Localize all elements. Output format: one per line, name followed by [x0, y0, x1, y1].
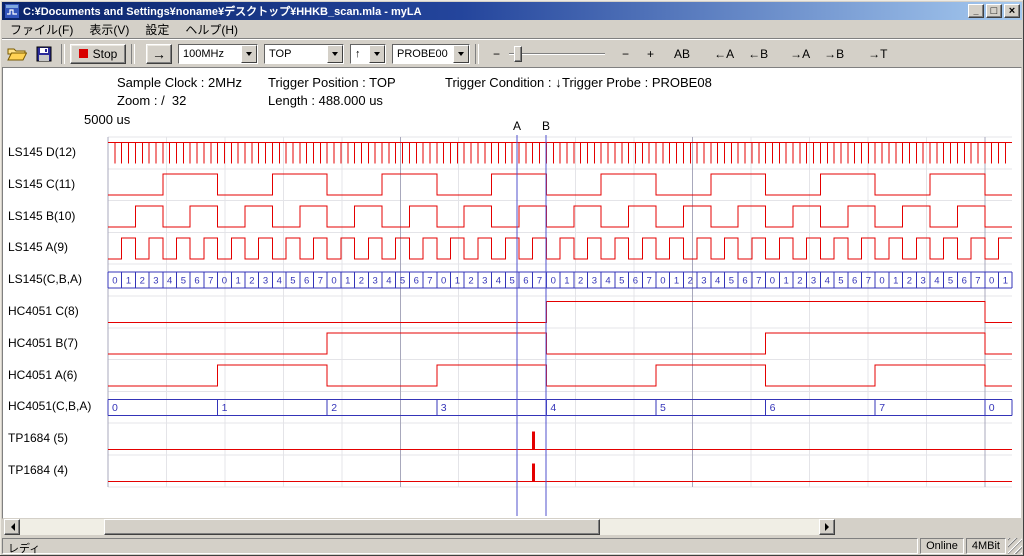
maximize-button[interactable]: □ — [986, 4, 1002, 18]
sample-clock-value: 100MHz — [179, 45, 241, 63]
zoom-info: Zoom : / 32 — [117, 93, 186, 108]
toolbar: Stop → 100MHz TOP ↑ PROBE00 − − + AB ←A … — [2, 39, 1022, 67]
title-bar[interactable]: C:¥Documents and Settings¥noname¥デスクトップ¥… — [2, 2, 1022, 20]
trigger-condition-info: Trigger Condition : ↓ — [445, 75, 562, 90]
chevron-down-icon[interactable] — [327, 45, 343, 63]
stop-label: Stop — [93, 47, 118, 61]
toolbar-separator — [131, 44, 135, 64]
sample-clock-select[interactable]: 100MHz — [178, 44, 258, 64]
status-message: レディ — [2, 538, 918, 554]
stop-button[interactable]: Stop — [70, 44, 126, 64]
app-icon — [5, 4, 19, 18]
chevron-down-icon[interactable] — [369, 45, 385, 63]
menu-help[interactable]: ヘルプ(H) — [177, 19, 246, 40]
status-bar: レディ Online 4MBit — [2, 538, 1022, 554]
move-right-to-a-button[interactable]: →A — [785, 45, 815, 63]
status-online: Online — [920, 538, 964, 554]
trigger-probe-value: PROBE00 — [393, 45, 453, 63]
waveform-client-area — [2, 67, 1022, 519]
trigger-position-info: Trigger Position : TOP — [268, 75, 396, 90]
trigger-edge-select[interactable]: ↑ — [350, 44, 386, 64]
zoom-slider-handle[interactable] — [514, 46, 522, 62]
status-memory: 4MBit — [966, 538, 1006, 554]
trigger-probe-select[interactable]: PROBE00 — [392, 44, 470, 64]
sample-clock-info: Sample Clock : 2MHz — [117, 75, 242, 90]
move-left-to-a-button[interactable]: ←A — [709, 45, 739, 63]
menu-bar: ファイル(F) 表示(V) 設定 ヘルプ(H) — [2, 20, 1022, 39]
horizontal-scrollbar[interactable] — [2, 519, 1022, 536]
ab-markers-button[interactable]: AB — [669, 45, 695, 63]
zoom-slider-track — [509, 53, 605, 55]
chevron-down-icon[interactable] — [453, 45, 469, 63]
minimize-button[interactable]: _ — [968, 4, 984, 18]
toolbar-separator — [475, 44, 479, 64]
window-controls: _ □ × — [968, 4, 1020, 18]
menu-file[interactable]: ファイル(F) — [2, 19, 81, 40]
trigger-position-value: TOP — [265, 45, 327, 63]
save-button[interactable] — [32, 43, 56, 65]
menu-view[interactable]: 表示(V) — [81, 19, 137, 40]
resize-grip[interactable] — [1008, 538, 1022, 554]
floppy-save-icon — [36, 46, 52, 62]
open-folder-icon — [7, 46, 27, 62]
run-button[interactable]: → — [146, 44, 172, 64]
time-scale-label: 5000 us — [84, 112, 130, 127]
open-button[interactable] — [5, 43, 29, 65]
trigger-probe-info: Trigger Probe : PROBE08 — [562, 75, 712, 90]
triangle-right-icon — [825, 523, 833, 531]
toolbar-separator — [61, 44, 65, 64]
zoom-slider[interactable] — [509, 44, 605, 64]
trigger-position-select[interactable]: TOP — [264, 44, 344, 64]
chevron-down-icon[interactable] — [241, 45, 257, 63]
zoom-out-button[interactable]: − — [617, 45, 634, 63]
scrollbar-thumb[interactable] — [104, 519, 600, 535]
length-info: Length : 488.000 us — [268, 93, 383, 108]
scroll-left-button[interactable] — [4, 519, 20, 535]
scroll-right-button[interactable] — [819, 519, 835, 535]
stop-icon — [79, 49, 88, 58]
goto-trigger-button[interactable]: →T — [863, 45, 892, 63]
close-button[interactable]: × — [1004, 4, 1020, 18]
zoom-in-button[interactable]: + — [642, 45, 659, 63]
move-right-to-b-button[interactable]: →B — [819, 45, 849, 63]
trigger-edge-value: ↑ — [351, 45, 369, 63]
window-title: C:¥Documents and Settings¥noname¥デスクトップ¥… — [23, 3, 968, 19]
move-left-to-b-button[interactable]: ←B — [743, 45, 773, 63]
triangle-left-icon — [7, 523, 15, 531]
app-window: { "window": { "title": "C:¥Documents and… — [0, 0, 1024, 556]
menu-settings[interactable]: 設定 — [137, 19, 177, 40]
slider-min-label: − — [488, 45, 505, 63]
